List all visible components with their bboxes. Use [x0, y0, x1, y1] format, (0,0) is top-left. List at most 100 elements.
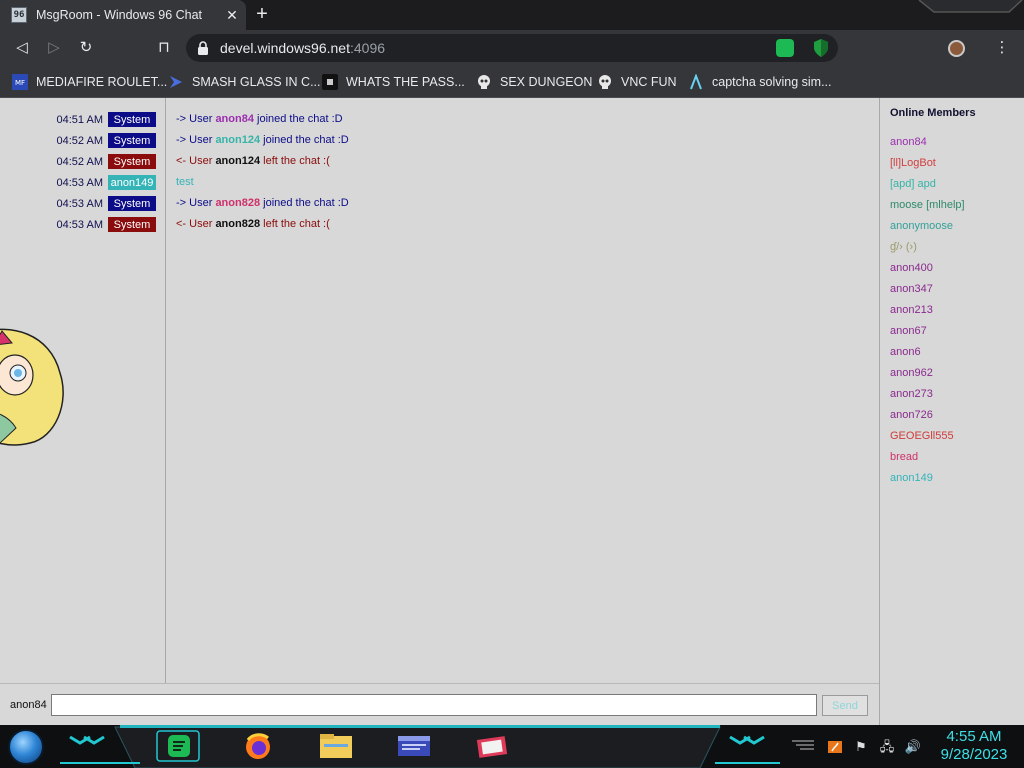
bookmark-item[interactable]: captcha solving sim...	[688, 72, 832, 92]
message-username[interactable]: anon124	[215, 134, 260, 146]
timestamp-row: 04:52 AM System	[0, 133, 156, 148]
message-time: 04:53 AM	[56, 218, 103, 231]
message-time: 04:53 AM	[56, 176, 103, 189]
bookmarks-bar: MF MEDIAFIRE ROULET... SMASH GLASS IN C.…	[0, 66, 1024, 98]
message-time: 04:52 AM	[56, 155, 103, 168]
member-item[interactable]: ɠ/› (›)	[890, 241, 917, 253]
skull-icon	[478, 75, 490, 89]
dark-site-icon	[322, 74, 338, 90]
bookmark-item[interactable]: MF MEDIAFIRE ROULET...	[12, 72, 167, 92]
message-username[interactable]: anon828	[215, 218, 260, 230]
member-item[interactable]: anon149	[890, 472, 933, 484]
member-item[interactable]: anon347	[890, 283, 933, 295]
chevron-logo-icon	[170, 76, 182, 88]
bookmark-label: WHATS THE PASS...	[346, 75, 465, 89]
spotify-extension-icon[interactable]	[776, 39, 794, 57]
member-item[interactable]: anon726	[890, 409, 933, 421]
message-username[interactable]: anon124	[215, 155, 260, 167]
chat-message: <- User anon828 left the chat :(	[176, 217, 330, 232]
member-item[interactable]: GEOEGll555	[890, 430, 954, 442]
taskbar-clock[interactable]: 4:55 AM 9/28/2023	[928, 728, 1020, 764]
close-tab-icon[interactable]: ✕	[222, 7, 242, 24]
message-time: 04:53 AM	[56, 197, 103, 210]
lock-icon[interactable]	[196, 40, 210, 56]
user-badge[interactable]: System	[108, 133, 156, 148]
media-app-icon[interactable]	[470, 730, 514, 762]
bookmark-item[interactable]: SMASH GLASS IN C...	[168, 72, 321, 92]
message-suffix: joined the chat :D	[260, 197, 349, 209]
user-badge[interactable]: anon149	[108, 175, 156, 190]
member-item[interactable]: [apd] apd	[890, 178, 936, 190]
chat-message: test	[176, 175, 194, 190]
send-button[interactable]: Send	[822, 695, 868, 716]
volume-icon[interactable]: 🔊	[904, 739, 922, 755]
member-item[interactable]: moose [mlhelp]	[890, 199, 965, 211]
network-icon[interactable]: 🖧	[878, 739, 896, 755]
url-text: devel.windows96.net:4096	[220, 40, 385, 56]
message-input[interactable]	[51, 694, 817, 716]
message-username[interactable]: anon828	[215, 197, 260, 209]
clock-date: 9/28/2023	[940, 746, 1008, 763]
bookmark-button[interactable]: ⊓	[154, 38, 174, 58]
reload-button[interactable]: ↻	[76, 38, 96, 58]
start-button[interactable]	[8, 729, 44, 765]
browser-tab[interactable]: 96 MsgRoom - Windows 96 Chat ✕	[0, 0, 246, 30]
address-bar[interactable]: devel.windows96.net:4096	[186, 34, 838, 62]
java-icon[interactable]	[826, 739, 844, 755]
member-item[interactable]: anon400	[890, 262, 933, 274]
member-item[interactable]: anon6	[890, 346, 921, 358]
current-username: anon84	[10, 699, 47, 711]
bookmark-item[interactable]: WHATS THE PASS...	[322, 72, 465, 92]
message-suffix: joined the chat :D	[260, 134, 349, 146]
browser-tab-bar: 96 MsgRoom - Windows 96 Chat ✕ +	[0, 0, 1024, 30]
firefox-app-icon[interactable]	[236, 730, 280, 762]
message-prefix: -> User	[176, 197, 216, 209]
member-item[interactable]: anon67	[890, 325, 927, 337]
skull-icon	[599, 75, 611, 89]
message-username[interactable]: anon84	[215, 113, 254, 125]
member-item[interactable]: anon84	[890, 136, 927, 148]
browser-menu-button[interactable]: ⋮	[992, 38, 1012, 58]
chat-message: -> User anon84 joined the chat :D	[176, 112, 343, 127]
message-composer: anon84 Send	[0, 683, 879, 725]
profile-avatar[interactable]	[948, 40, 965, 57]
cartoon-character-image	[0, 328, 64, 446]
member-item[interactable]: [ll]LogBot	[890, 157, 936, 169]
window-app-icon[interactable]	[392, 730, 436, 762]
user-badge[interactable]: System	[108, 196, 156, 211]
message-suffix: joined the chat :D	[253, 113, 343, 125]
chat-page: 04:51 AM System 04:52 AM System 04:52 AM Syst…	[0, 98, 1024, 725]
timestamp-row: 04:53 AM System	[0, 217, 156, 232]
tab-title: MsgRoom - Windows 96 Chat	[36, 8, 203, 22]
member-item[interactable]: bread	[890, 451, 918, 463]
bookmark-label: SMASH GLASS IN C...	[192, 75, 321, 89]
spotify-app-icon[interactable]	[156, 730, 200, 762]
bookmark-item[interactable]: VNC FUN	[597, 72, 677, 92]
bookmark-label: MEDIAFIRE ROULET...	[36, 75, 168, 89]
back-button[interactable]: ◁	[12, 38, 32, 58]
user-badge[interactable]: System	[108, 154, 156, 169]
user-badge[interactable]: System	[108, 217, 156, 232]
bookmark-label: SEX DUNGEON	[500, 75, 593, 89]
message-suffix: left the chat :(	[260, 155, 330, 167]
member-item[interactable]: anon962	[890, 367, 933, 379]
online-members-panel: Online Members anon84 [ll]LogBot [apd] apd…	[879, 98, 1024, 725]
file-explorer-app-icon[interactable]	[314, 730, 358, 762]
url-port: :4096	[349, 40, 386, 56]
user-badge[interactable]: System	[108, 112, 156, 127]
forward-button[interactable]: ▷	[44, 38, 64, 58]
message-prefix: <- User	[176, 155, 216, 167]
flag-icon[interactable]: ⚑	[852, 739, 870, 755]
chat-message: -> User anon124 joined the chat :D	[176, 133, 349, 148]
member-item[interactable]: anon213	[890, 304, 933, 316]
url-host: devel.windows96.net	[220, 40, 350, 56]
chat-message: -> User anon828 joined the chat :D	[176, 196, 349, 211]
bookmark-item[interactable]: SEX DUNGEON	[476, 72, 592, 92]
new-tab-button[interactable]: +	[251, 4, 273, 26]
chat-message: <- User anon124 left the chat :(	[176, 154, 330, 169]
member-item[interactable]: anon273	[890, 388, 933, 400]
shield-extension-icon[interactable]	[812, 38, 830, 58]
message-time: 04:51 AM	[56, 113, 103, 126]
member-item[interactable]: anonymoose	[890, 220, 953, 232]
message-suffix: left the chat :(	[260, 218, 330, 230]
